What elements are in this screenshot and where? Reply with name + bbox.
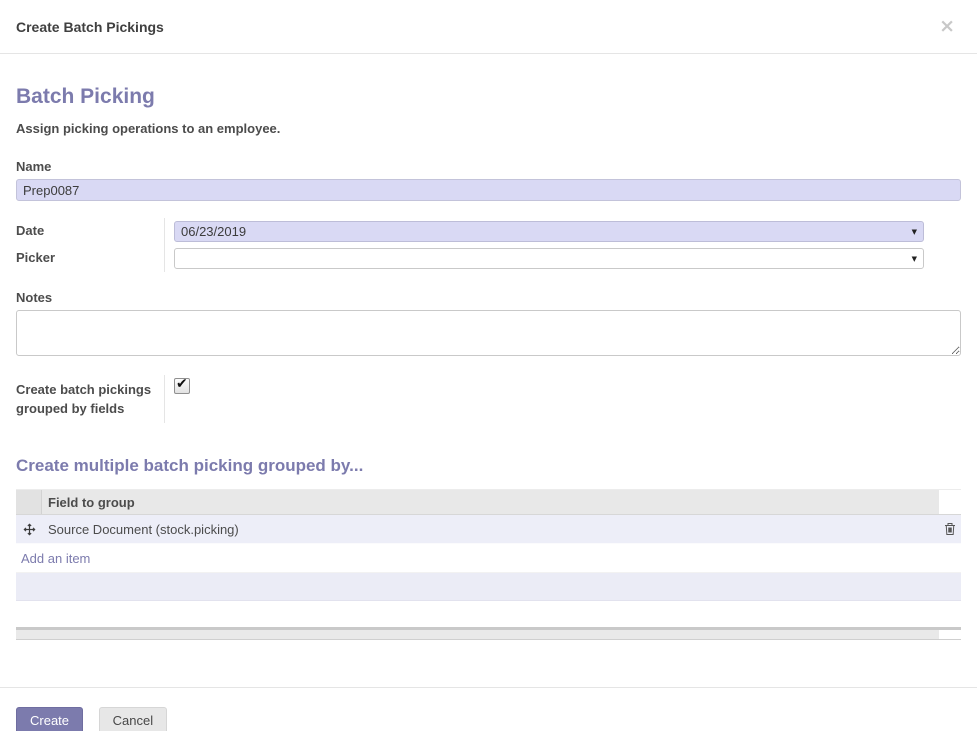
handle-column-header: [16, 490, 42, 514]
form-subheading: Assign picking operations to an employee…: [16, 121, 281, 136]
create-button[interactable]: Create: [16, 707, 84, 731]
cancel-button[interactable]: Cancel: [98, 707, 168, 731]
dialog-footer: Create Cancel: [0, 687, 977, 731]
fields-to-group-table: Field to group Source Document (stock.pi…: [16, 489, 961, 601]
date-label: Date: [16, 218, 165, 245]
close-icon[interactable]: ×: [933, 15, 961, 38]
date-row: Date ▼: [16, 218, 961, 245]
checkmark-icon: ✔: [176, 376, 188, 392]
dialog-title: Create Batch Pickings: [16, 18, 164, 35]
dialog-header: Create Batch Pickings ×: [0, 0, 977, 54]
notes-textarea[interactable]: [16, 310, 961, 356]
move-icon[interactable]: [23, 523, 36, 536]
name-label: Name: [16, 159, 52, 174]
date-picker-group: Date ▼ Picker ▼: [16, 218, 961, 272]
dialog-body: Batch Picking Assign picking operations …: [0, 85, 977, 640]
table-row[interactable]: Source Document (stock.picking): [16, 515, 961, 544]
grouped-checkbox[interactable]: ✔: [174, 376, 190, 394]
horizontal-scrollbar[interactable]: [16, 627, 961, 640]
group-section-heading: Create multiple batch picking grouped by…: [16, 456, 364, 475]
table-header-row: Field to group: [16, 489, 961, 515]
delete-column-header: [939, 490, 961, 514]
name-input[interactable]: [16, 179, 961, 201]
scrollbar-track[interactable]: [16, 630, 939, 639]
grouped-label: Create batch pickings grouped by fields: [16, 375, 165, 423]
empty-table-row: [16, 573, 961, 601]
trash-icon[interactable]: [944, 522, 956, 536]
picker-input[interactable]: [174, 248, 924, 269]
picker-row: Picker ▼: [16, 245, 961, 272]
grouped-row: Create batch pickings grouped by fields …: [16, 375, 961, 423]
form-heading: Batch Picking: [16, 85, 155, 108]
create-batch-pickings-dialog: Create Batch Pickings × Batch Picking As…: [0, 0, 977, 731]
date-field: ▼: [174, 221, 924, 242]
notes-label: Notes: [16, 290, 53, 305]
date-input[interactable]: [174, 221, 924, 242]
add-an-item-link[interactable]: Add an item: [16, 551, 90, 566]
picker-field: ▼: [174, 248, 924, 269]
picker-label: Picker: [16, 245, 165, 272]
field-to-group-value: Source Document (stock.picking): [48, 521, 239, 537]
field-to-group-header: Field to group: [48, 494, 135, 510]
add-item-row: Add an item: [16, 544, 961, 573]
